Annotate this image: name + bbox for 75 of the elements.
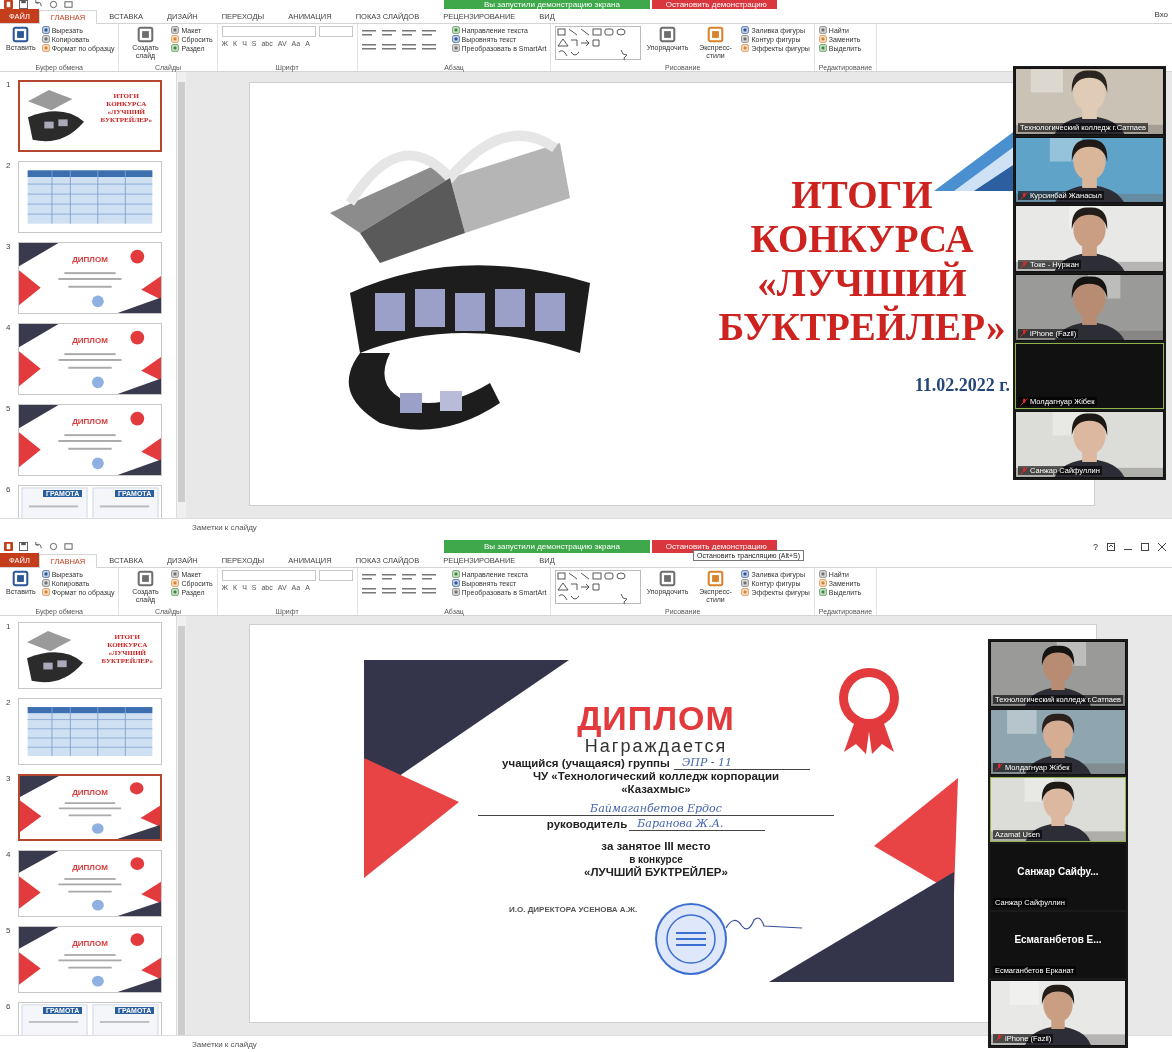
diploma-text: за занятое III место xyxy=(601,840,711,853)
shapes-gallery-icon[interactable] xyxy=(555,570,642,604)
sign-in-link[interactable]: Вхо xyxy=(1154,10,1168,19)
ribbon-display-icon[interactable] xyxy=(1107,542,1115,551)
app-icon[interactable] xyxy=(4,0,13,9)
font-name-field[interactable] xyxy=(221,26,316,37)
diploma-text: «Казахмыс» xyxy=(621,783,691,796)
slide-number: 3 xyxy=(6,242,12,251)
help-button[interactable]: ? xyxy=(1093,541,1098,552)
shapes-gallery-icon[interactable] xyxy=(555,26,642,60)
thumbnail-title: ДИПЛОМ xyxy=(71,939,109,948)
slide-number: 5 xyxy=(6,404,12,413)
slide-title: БУКТРЕЙЛЕР» xyxy=(718,305,1006,349)
notes-placeholder[interactable]: Заметки к слайду xyxy=(192,1039,257,1049)
thumbnail-title: ДИПЛОМ xyxy=(71,417,109,426)
slide-number: 3 xyxy=(6,774,12,783)
slide-title: ИТОГИ xyxy=(791,173,933,217)
sharing-status: Вы запустили демонстрацию экрана xyxy=(444,0,650,9)
diploma-text: «ЛУЧШИЙ БУКТРЕЙЛЕР» xyxy=(584,866,728,879)
undo-icon[interactable] xyxy=(34,0,43,9)
undo-icon[interactable] xyxy=(34,542,43,551)
diploma-text: И.О. ДИРЕКТОРА УСЕНОВА А.Ж. xyxy=(509,905,638,914)
slide-number: 4 xyxy=(6,850,12,859)
diploma-text: учащийся (учащаяся) группы xyxy=(502,757,670,770)
thumbnail-title: ДИПЛОМ xyxy=(71,788,109,797)
slide-number: 4 xyxy=(6,323,12,332)
slide-number: 2 xyxy=(6,161,12,170)
slide-thumbnail[interactable]: ДИПЛОМ xyxy=(18,242,162,314)
diploma-text: руководитель xyxy=(546,818,628,831)
book-film-drawing xyxy=(28,90,84,142)
scrollbar[interactable] xyxy=(176,616,186,1035)
stop-sharing-button[interactable]: Остановить демонстрацию xyxy=(651,0,777,9)
sharing-status: Вы запустили демонстрацию экрана xyxy=(444,540,650,553)
slide-thumbnail[interactable] xyxy=(18,161,162,233)
thumbnail-title: ДИПЛОМ xyxy=(71,863,109,872)
slide-title: «ЛУЧШИЙ xyxy=(757,261,967,305)
save-icon[interactable] xyxy=(19,542,28,551)
diploma-heading: ДИПЛОМ xyxy=(577,700,735,736)
slide-number: 6 xyxy=(6,485,12,494)
slide-date: 11.02.2022 г. xyxy=(914,375,1010,396)
handwritten-text: Баранова Ж.А. xyxy=(629,817,766,831)
thumbnail-title: ДИПЛОМ xyxy=(71,336,109,345)
slide-thumbnail[interactable]: ДИПЛОМ xyxy=(18,774,162,841)
close-icon[interactable] xyxy=(1158,542,1166,551)
rosette-icon xyxy=(836,668,902,754)
save-icon[interactable] xyxy=(19,0,28,9)
handwritten-text: Баймаганбетов Ердос xyxy=(478,802,834,816)
slide-number: 5 xyxy=(6,926,12,935)
book-film-drawing xyxy=(27,631,83,683)
slide-number: 2 xyxy=(6,698,12,707)
diploma-text: в конкурсе xyxy=(629,853,683,866)
slide-thumbnail[interactable]: ДИПЛОМ xyxy=(18,404,162,476)
thumbnail-title: ДИПЛОМ xyxy=(71,255,109,264)
handwritten-text: ЭПР - 11 xyxy=(673,756,810,770)
diploma-text: ЧУ «Технологический колледж корпорации xyxy=(532,770,780,783)
font-size-field[interactable] xyxy=(318,26,353,37)
slide-number: 1 xyxy=(6,622,12,631)
slide-title: КОНКУРСА xyxy=(750,217,974,261)
font-size-field[interactable] xyxy=(318,570,353,581)
slide-thumbnail[interactable]: ДИПЛОМ xyxy=(18,850,162,917)
scrollbar[interactable] xyxy=(176,72,186,518)
diploma-subtitle: Награждается xyxy=(584,736,728,756)
slide-number: 1 xyxy=(6,80,12,89)
participant-name: Санжар Сайфу... xyxy=(1017,865,1099,877)
customize-icon[interactable] xyxy=(64,542,73,551)
maximize-icon[interactable] xyxy=(1141,542,1149,551)
slide-number: 6 xyxy=(6,1002,12,1011)
slide-thumbnail[interactable] xyxy=(18,698,162,765)
font-name-field[interactable] xyxy=(221,570,316,581)
customize-icon[interactable] xyxy=(64,0,73,9)
slide-thumbnail[interactable]: ДИПЛОМ xyxy=(18,323,162,395)
participant-name: Есмаганбетов Е... xyxy=(1014,933,1102,945)
slide-thumbnail[interactable]: ДИПЛОМ xyxy=(18,926,162,993)
app-icon[interactable] xyxy=(4,542,13,551)
notes-placeholder[interactable]: Заметки к слайду xyxy=(192,522,257,532)
